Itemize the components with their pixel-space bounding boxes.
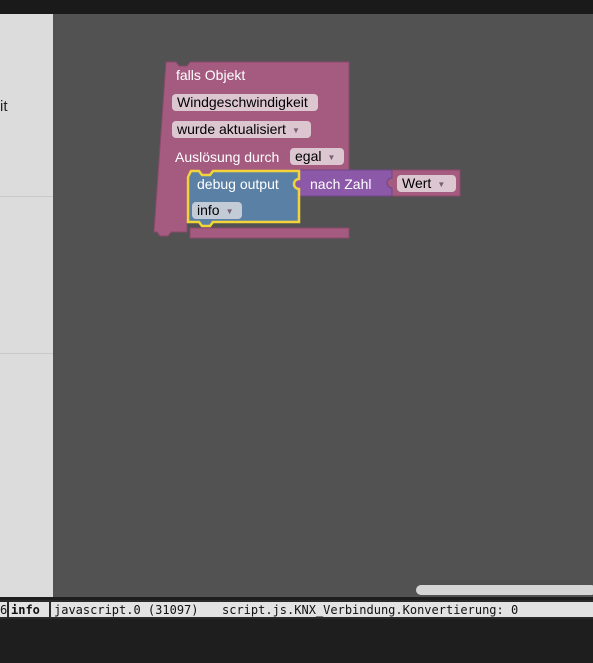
object-id-field[interactable]: Windgeschwindigkeit bbox=[172, 94, 318, 111]
debug-label: debug output bbox=[197, 176, 279, 192]
blockly-workspace[interactable]: falls Objekt Windgeschwindigkeit wurde a… bbox=[53, 14, 593, 597]
value-field: Wert bbox=[402, 175, 432, 191]
blocks-canvas bbox=[153, 61, 461, 239]
chevron-down-icon: ▼ bbox=[225, 206, 234, 216]
to-number-label: nach Zahl bbox=[310, 176, 372, 192]
chevron-down-icon: ▼ bbox=[327, 152, 336, 162]
ack-value: egal bbox=[295, 148, 322, 164]
log-level: info bbox=[11, 603, 40, 617]
ack-dropdown[interactable]: egal ▼ bbox=[290, 148, 344, 165]
ack-label: Auslösung durch bbox=[175, 149, 280, 165]
log-level-value: info bbox=[197, 202, 220, 218]
log-status-bar: 6 info javascript.0 (31097) script.js.KN… bbox=[0, 600, 593, 619]
log-message: script.js.KNX_Verbindung.Konvertierung: … bbox=[222, 603, 519, 617]
log-level-dropdown[interactable]: info ▼ bbox=[192, 202, 242, 219]
sidebar: it bbox=[0, 14, 53, 597]
sidebar-divider bbox=[0, 353, 53, 354]
value-dropdown[interactable]: Wert ▼ bbox=[397, 175, 456, 192]
condition-dropdown[interactable]: wurde aktualisiert ▼ bbox=[172, 121, 311, 138]
horizontal-scrollbar[interactable] bbox=[416, 585, 593, 595]
condition-label: wurde aktualisiert bbox=[177, 121, 286, 137]
sidebar-item-label[interactable]: it bbox=[0, 98, 8, 115]
chevron-down-icon: ▼ bbox=[291, 125, 300, 135]
trigger-title: falls Objekt bbox=[176, 67, 246, 83]
trigger-block-bottom bbox=[189, 227, 350, 239]
chevron-down-icon: ▼ bbox=[437, 179, 446, 189]
log-source: javascript.0 (31097) bbox=[54, 603, 199, 617]
log-separator bbox=[49, 602, 51, 617]
log-separator bbox=[7, 602, 9, 617]
top-bar bbox=[0, 0, 593, 14]
bottom-bar bbox=[0, 621, 593, 663]
sidebar-divider bbox=[0, 196, 53, 197]
